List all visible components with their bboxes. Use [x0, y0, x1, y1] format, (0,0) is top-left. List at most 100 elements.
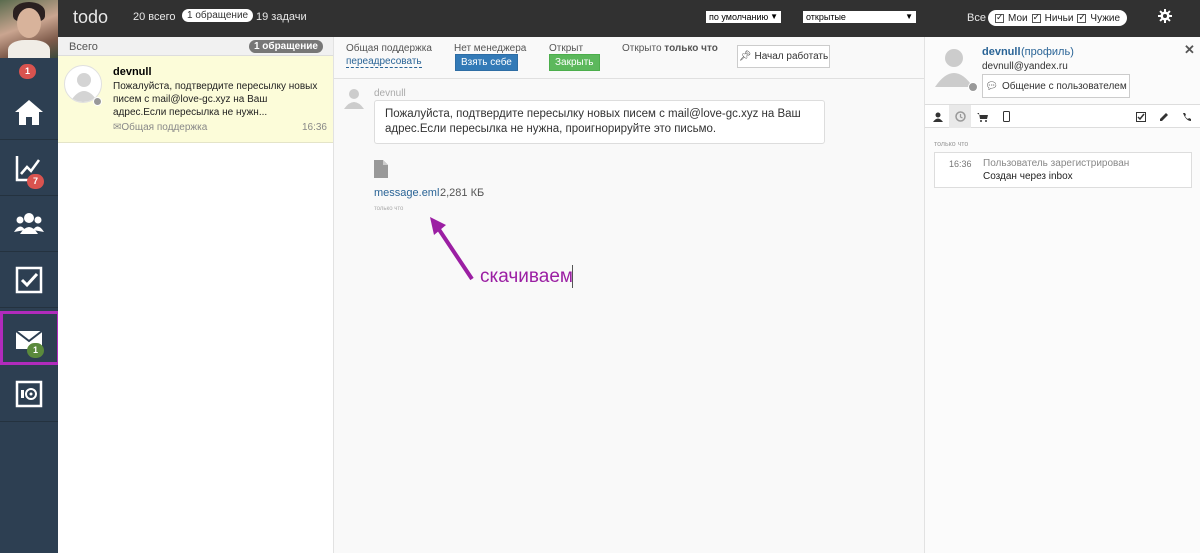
reassign-link[interactable]: переадресовать [346, 56, 422, 68]
annotation-text: скачиваем [480, 266, 573, 287]
tab-history[interactable] [949, 105, 971, 128]
filter-mine-label: Мои [1008, 12, 1028, 24]
pencil-icon [1160, 112, 1168, 121]
pin-icon: 📌︎ [738, 51, 752, 62]
nav-home[interactable] [0, 85, 58, 140]
reports-badge: 7 [27, 174, 45, 189]
close-icon[interactable]: ✕ [1184, 42, 1195, 58]
tab-call[interactable] [1176, 105, 1198, 128]
contact-name: devnull [113, 66, 152, 78]
top-bar: todo 20 всего 1 обращение 19 задачи по у… [58, 0, 1200, 37]
event-time: 16:36 [949, 159, 972, 169]
chat-with-user-label: Общение с пользователем [1001, 80, 1127, 92]
filter-others-label: Чужие [1090, 12, 1121, 24]
attachment-link[interactable]: message.eml [374, 187, 439, 199]
filter-nobody-label: Ничьи [1044, 12, 1074, 24]
cart-icon [976, 112, 988, 122]
queue-title: todo [73, 7, 109, 27]
chat-with-user-button[interactable]: 💬︎ Общение с пользователем [982, 74, 1130, 98]
message-preview: Пожалуйста, подтвердите пересылку новых … [113, 81, 318, 118]
message-author: devnull [374, 88, 406, 99]
profile-status-dot [968, 82, 978, 92]
filter-all[interactable]: Все [967, 12, 986, 24]
total-count[interactable]: 20 всего [133, 11, 176, 23]
home-icon [15, 100, 43, 125]
profile-pane: devnull (профиль) devnull@yandex.ru 💬︎ О… [924, 37, 1200, 553]
take-button[interactable]: Взять себе [455, 54, 518, 71]
support-group: ✉Общая поддержка [113, 122, 207, 133]
support-group-label: Общая поддержка [121, 122, 208, 133]
tasks-count[interactable]: 19 задачи [256, 11, 307, 23]
nav-tasks[interactable] [0, 253, 58, 308]
history-event: 16:36 Пользователь зарегистрирован Созда… [934, 152, 1192, 188]
conversation-list: Всего 1 обращение devnull Пожалуйста, по… [58, 37, 334, 553]
group-label: Общая поддержка [346, 43, 432, 54]
avatar-notification-badge: 1 [19, 64, 37, 79]
message-bubble: Пожалуйста, подтвердите пересылку новых … [374, 100, 825, 144]
tab-tasks[interactable] [1130, 105, 1152, 128]
chat-bubble-icon: 💬︎ [985, 80, 998, 92]
message-time: только что [374, 206, 404, 212]
profile-link[interactable]: (профиль) [1021, 46, 1074, 58]
conversation-toolbar: Общая поддержка переадресовать Нет менед… [334, 37, 924, 79]
profile-name[interactable]: devnull [982, 46, 1021, 58]
checkbox-icon [15, 266, 43, 294]
conversation-view: Общая поддержка переадресовать Нет менед… [334, 37, 924, 553]
status-select-value: открытые [806, 12, 846, 22]
event-title: Пользователь зарегистрирован [983, 158, 1130, 169]
user-icon [933, 112, 943, 122]
nav-inbox[interactable]: 1 [0, 312, 58, 367]
list-header-count: 1 обращение [248, 40, 323, 53]
manager-label: Нет менеджера [454, 43, 527, 54]
opened-when: только что [664, 43, 718, 54]
history-when: только что [934, 141, 969, 148]
list-header: Всего 1 обращение [58, 37, 333, 56]
tab-edit[interactable] [1153, 105, 1175, 128]
filter-mine-checkbox[interactable] [995, 12, 1004, 23]
profile-email: devnull@yandex.ru [982, 61, 1068, 72]
left-rail: 1 7 1 [0, 0, 60, 553]
annotation-arrow [430, 217, 474, 281]
owner-filter-group: Мои Ничьи Чужие [988, 10, 1128, 26]
sort-select[interactable]: по умолчанию ▼ [706, 11, 781, 23]
status-select[interactable]: открытые ▼ [803, 11, 916, 23]
start-work-label: Начал работать [754, 51, 829, 62]
offline-status-dot [93, 97, 102, 106]
check-square-icon [1136, 111, 1146, 122]
gear-icon[interactable] [1158, 9, 1172, 23]
nav-users[interactable] [0, 197, 58, 252]
author-avatar-icon [344, 89, 364, 109]
opened-label: Открыто [622, 43, 662, 54]
users-icon [14, 213, 44, 234]
dropdown-arrow-icon: ▼ [770, 12, 778, 21]
tab-device[interactable] [995, 105, 1017, 128]
requests-count-pill[interactable]: 1 обращение [182, 9, 254, 22]
dropdown-arrow-icon: ▼ [905, 12, 913, 21]
nav-reports[interactable]: 7 [0, 141, 58, 196]
event-description: Создан через inbox [983, 171, 1073, 182]
attachment-size: 2,281 КБ [440, 187, 485, 199]
status-label: Открыт [549, 43, 584, 54]
message-text: Пожалуйста, подтвердите пересылку новых … [385, 108, 801, 135]
close-button[interactable]: Закрыть [549, 54, 600, 71]
mobile-icon [1002, 111, 1010, 122]
profile-avatar-icon [935, 49, 973, 87]
start-work-button[interactable]: 📌︎ Начал работать [737, 45, 830, 68]
safe-icon [15, 380, 43, 408]
message-time: 16:36 [301, 122, 327, 133]
file-icon[interactable] [374, 160, 388, 178]
profile-tabs [925, 104, 1200, 128]
sort-select-value: по умолчанию [709, 12, 769, 22]
tab-user[interactable] [927, 105, 949, 128]
opened-info: Открыто только что [622, 43, 718, 54]
list-header-label: Всего [69, 41, 98, 53]
user-avatar[interactable] [0, 0, 58, 58]
phone-icon [1183, 112, 1191, 121]
text-caret [572, 265, 573, 288]
nav-safe[interactable] [0, 367, 58, 422]
list-item[interactable]: devnull Пожалуйста, подтвердите пересылк… [58, 56, 333, 143]
filter-nobody-checkbox[interactable] [1031, 12, 1041, 23]
filter-others-checkbox[interactable] [1077, 12, 1087, 23]
tab-orders[interactable] [971, 105, 993, 128]
history-icon [954, 111, 966, 122]
